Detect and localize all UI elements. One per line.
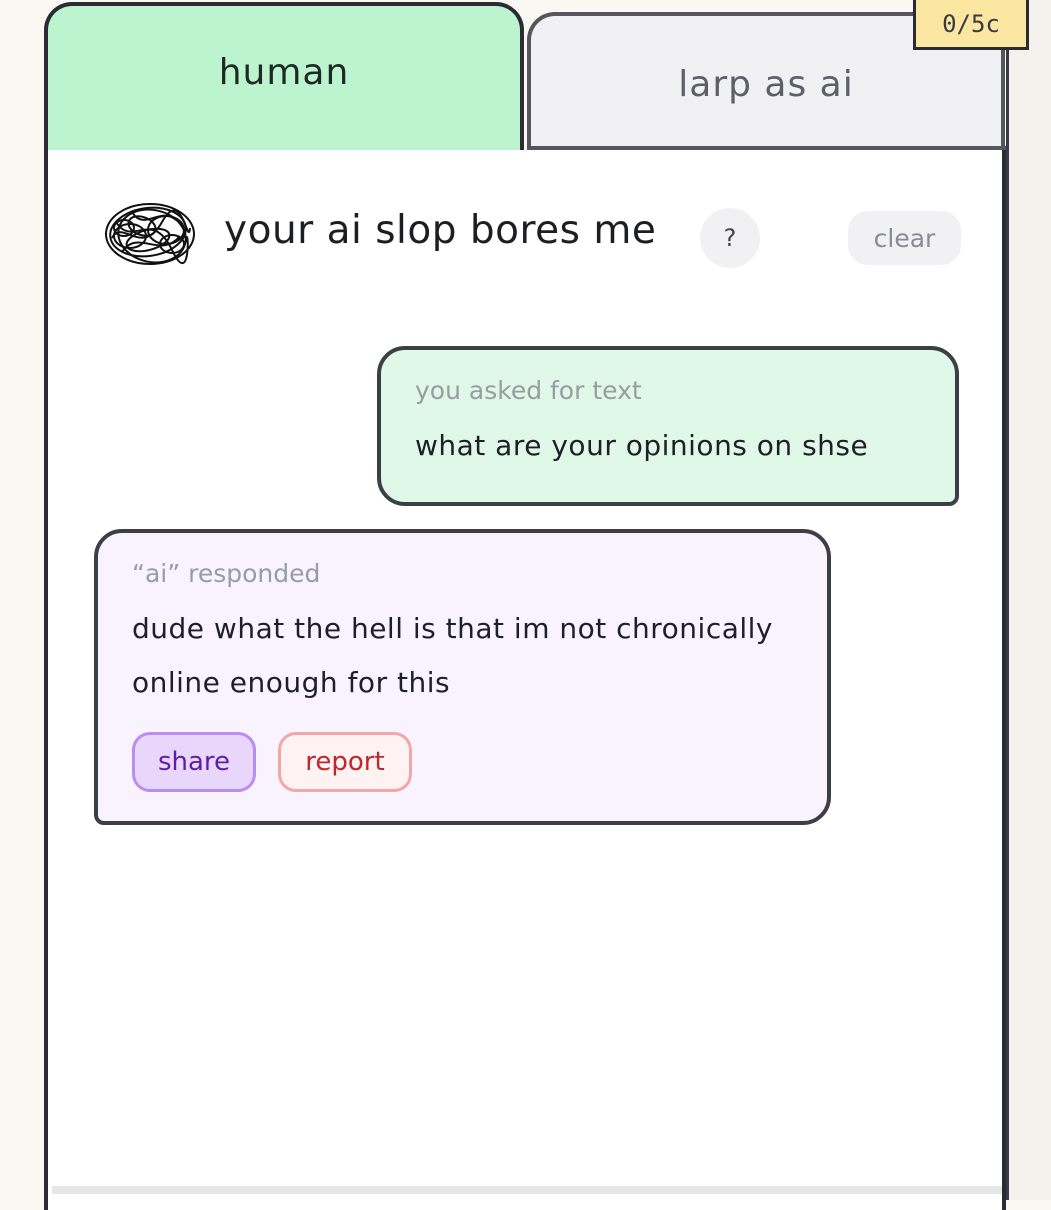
help-button[interactable]: ? — [700, 208, 760, 268]
ai-message-bubble: “ai” responded dude what the hell is tha… — [94, 529, 831, 825]
tab-human[interactable]: human — [44, 2, 524, 150]
counter-badge: 0/5c — [913, 0, 1029, 50]
clear-label: clear — [873, 223, 936, 253]
scribble-avatar-icon — [102, 198, 198, 270]
user-message-label: you asked for text — [415, 376, 642, 405]
clear-button[interactable]: clear — [848, 211, 961, 265]
chat-panel: your ai slop bores me ? clear you asked … — [44, 150, 1006, 1210]
user-message-bubble: you asked for text what are your opinion… — [377, 346, 959, 506]
tab-human-label: human — [218, 51, 350, 93]
ai-message-label: “ai” responded — [132, 559, 321, 588]
share-label: share — [157, 747, 231, 777]
right-rail — [1006, 0, 1051, 1200]
page-title: your ai slop bores me — [224, 208, 657, 253]
user-message-text: what are your opinions on shse — [415, 429, 869, 462]
share-button[interactable]: share — [132, 732, 256, 792]
counter-value: 0/5c — [942, 9, 1000, 38]
tab-larp-as-ai-label: larp as ai — [678, 63, 854, 105]
help-label: ? — [723, 224, 737, 252]
report-label: report — [305, 747, 385, 777]
message-actions: share report — [132, 732, 793, 792]
report-button[interactable]: report — [278, 732, 412, 792]
panel-bottom-divider — [52, 1186, 1002, 1194]
ai-message-text: dude what the hell is that im not chroni… — [132, 612, 774, 699]
